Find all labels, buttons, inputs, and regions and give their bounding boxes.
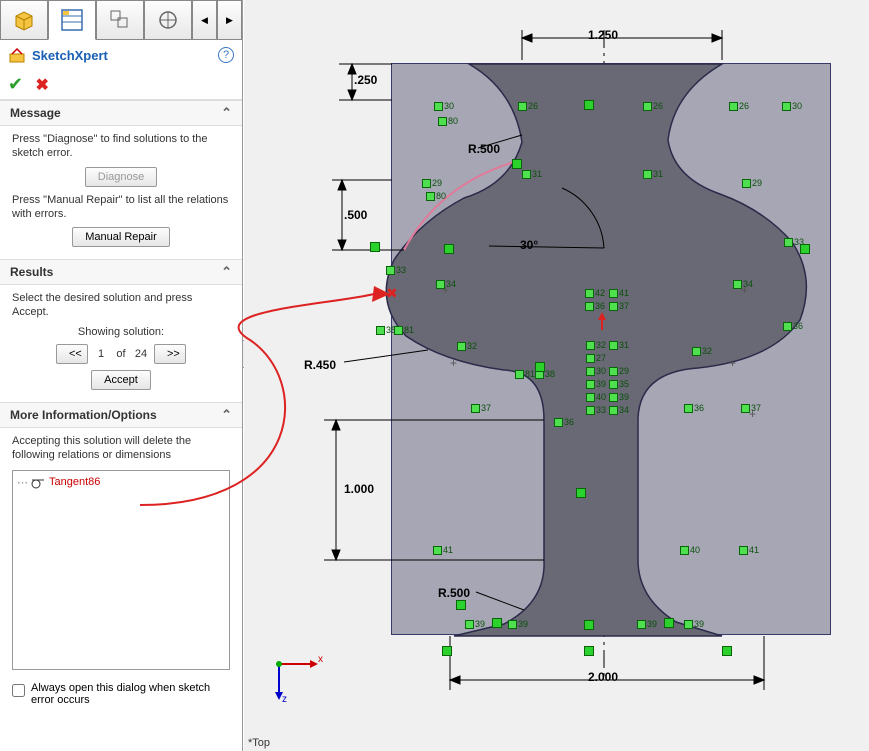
dim-500[interactable]: .500 (344, 208, 367, 222)
relation-marker[interactable]: 41 (433, 544, 455, 556)
relation-marker[interactable]: 33 (586, 404, 608, 416)
relation-marker[interactable]: 37 (471, 402, 493, 414)
annotation-svg (0, 0, 869, 751)
dim-r450[interactable]: R.450 (304, 358, 336, 372)
relation-marker[interactable]: 30 (586, 365, 608, 377)
relation-marker[interactable]: 40 (586, 391, 608, 403)
relation-marker[interactable]: 36 (585, 300, 607, 312)
dim-top[interactable]: 1.250 (588, 28, 618, 42)
constraint-glyph[interactable] (492, 618, 502, 628)
relation-marker[interactable]: 80 (438, 115, 460, 127)
relation-marker[interactable]: 39 (609, 391, 631, 403)
relation-marker[interactable]: 27 (586, 352, 608, 364)
relation-marker[interactable]: 31 (522, 168, 544, 180)
relation-marker[interactable]: 32 (457, 340, 479, 352)
relation-marker[interactable]: 30 (434, 100, 456, 112)
relation-marker[interactable]: 32 (586, 339, 608, 351)
relation-marker[interactable]: 29 (609, 365, 631, 377)
constraint-glyph[interactable] (722, 646, 732, 656)
relation-marker[interactable]: 39 (684, 618, 706, 630)
relation-marker[interactable]: 39 (508, 618, 530, 630)
relation-marker[interactable]: 41 (609, 287, 631, 299)
center-mark: + (729, 356, 736, 370)
center-mark: + (741, 283, 748, 297)
constraint-glyph[interactable] (584, 646, 594, 656)
constraint-glyph[interactable] (800, 244, 810, 254)
relation-marker[interactable]: 35 (609, 378, 631, 390)
dim-r500b[interactable]: R.500 (438, 586, 470, 600)
constraint-glyph[interactable] (584, 100, 594, 110)
dim-2000[interactable]: 2.000 (588, 670, 618, 684)
view-name: *Top (248, 737, 270, 749)
view-triad: x z (264, 646, 324, 711)
relation-marker[interactable]: 39 (586, 378, 608, 390)
axis-x-label: x (318, 654, 323, 665)
center-mark: + (749, 407, 756, 421)
relation-marker[interactable]: 81 (394, 324, 416, 336)
dim-250[interactable]: .250 (354, 73, 377, 87)
constraint-glyph[interactable] (370, 242, 380, 252)
dim-r500a[interactable]: R.500 (468, 142, 500, 156)
constraint-glyph[interactable] (442, 646, 452, 656)
relation-marker[interactable]: 30 (782, 100, 804, 112)
relation-marker[interactable]: 40 (680, 544, 702, 556)
relation-marker[interactable]: 39 (637, 618, 659, 630)
relation-marker[interactable]: 31 (643, 168, 665, 180)
dim-30[interactable]: 30° (520, 238, 538, 252)
center-mark: + (450, 356, 457, 370)
relation-marker[interactable]: 36 (554, 416, 576, 428)
constraint-glyph[interactable] (584, 620, 594, 630)
relation-marker[interactable]: 81 (515, 368, 537, 380)
graphics-area[interactable]: ✖ 1.250 .250 R.500 .500 30° R.450 1.000 … (244, 0, 869, 751)
relation-marker[interactable]: 26 (729, 100, 751, 112)
axis-z-label: z (282, 694, 287, 705)
relation-marker[interactable]: 31 (609, 339, 631, 351)
relation-marker[interactable]: 26 (643, 100, 665, 112)
relation-marker[interactable]: 26 (518, 100, 540, 112)
center-arrow-icon (594, 312, 614, 332)
constraint-glyph[interactable] (664, 618, 674, 628)
constraint-glyph[interactable] (456, 600, 466, 610)
relation-marker[interactable]: 29 (422, 177, 444, 189)
relation-marker[interactable]: 37 (609, 300, 631, 312)
relation-marker[interactable]: 32 (692, 345, 714, 357)
relation-marker[interactable]: 42 (585, 287, 607, 299)
relation-marker[interactable]: 41 (739, 544, 761, 556)
constraint-glyph[interactable] (535, 362, 545, 372)
constraint-glyph[interactable] (576, 488, 586, 498)
dim-1000[interactable]: 1.000 (344, 482, 374, 496)
constraint-glyph[interactable] (444, 244, 454, 254)
relation-marker[interactable]: 80 (426, 190, 448, 202)
relation-marker[interactable]: 39 (465, 618, 487, 630)
relation-marker[interactable]: 29 (742, 177, 764, 189)
relation-marker[interactable]: 34 (609, 404, 631, 416)
center-mark: + (442, 283, 449, 297)
error-marker-icon: ✖ (386, 285, 398, 302)
relation-marker[interactable]: 36 (783, 320, 805, 332)
relation-marker[interactable]: 33 (386, 264, 408, 276)
relation-marker[interactable]: 36 (684, 402, 706, 414)
constraint-glyph[interactable] (512, 159, 522, 169)
